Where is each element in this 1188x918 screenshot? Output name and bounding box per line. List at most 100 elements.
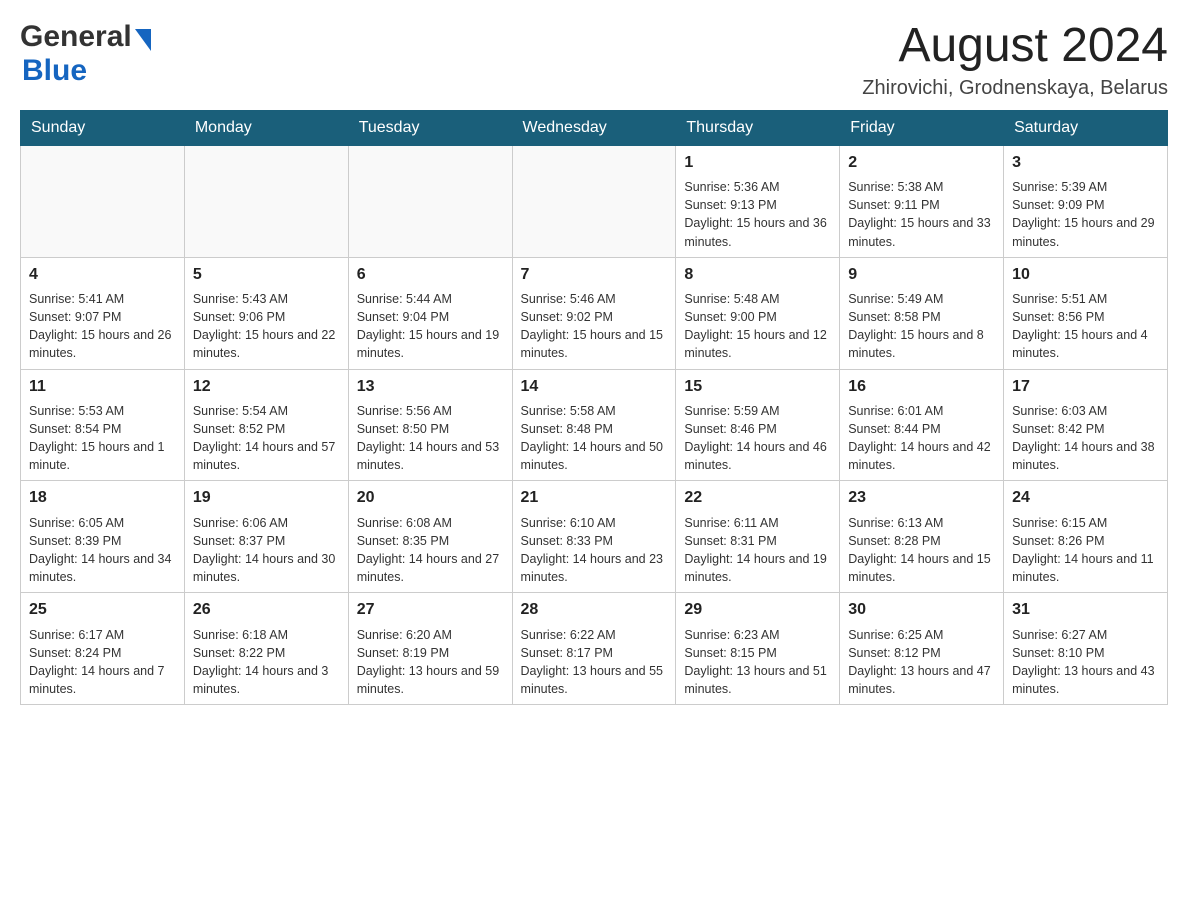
calendar-cell [21, 145, 185, 257]
day-info: Sunrise: 6:15 AMSunset: 8:26 PMDaylight:… [1012, 514, 1159, 587]
day-info: Sunrise: 5:54 AMSunset: 8:52 PMDaylight:… [193, 402, 340, 475]
calendar-cell: 9 Sunrise: 5:49 AMSunset: 8:58 PMDaylight… [840, 257, 1004, 369]
calendar-cell: 21Sunrise: 6:10 AMSunset: 8:33 PMDayligh… [512, 481, 676, 593]
day-info: Sunrise: 5:53 AMSunset: 8:54 PMDaylight:… [29, 402, 176, 475]
calendar-cell: 6 Sunrise: 5:44 AMSunset: 9:04 PMDaylight… [348, 257, 512, 369]
day-info: Sunrise: 5:44 AMSunset: 9:04 PMDaylight:… [357, 290, 504, 363]
day-info: Sunrise: 5:38 AMSunset: 9:11 PMDaylight:… [848, 178, 995, 251]
day-info: Sunrise: 5:58 AMSunset: 8:48 PMDaylight:… [521, 402, 668, 475]
day-number: 24 [1012, 487, 1159, 509]
day-number: 13 [357, 376, 504, 398]
day-info: Sunrise: 6:13 AMSunset: 8:28 PMDaylight:… [848, 514, 995, 587]
day-of-week-header: Friday [840, 110, 1004, 145]
day-number: 28 [521, 599, 668, 621]
calendar-cell: 24 Sunrise: 6:15 AMSunset: 8:26 PMDayligh… [1004, 481, 1168, 593]
days-of-week-row: SundayMondayTuesdayWednesdayThursdayFrid… [21, 110, 1168, 145]
calendar-cell: 29 Sunrise: 6:23 AMSunset: 8:15 PMDayligh… [676, 593, 840, 705]
calendar-cell: 23 Sunrise: 6:13 AMSunset: 8:28 PMDayligh… [840, 481, 1004, 593]
calendar-cell: 12 Sunrise: 5:54 AMSunset: 8:52 PMDayligh… [184, 369, 348, 481]
day-number: 30 [848, 599, 995, 621]
day-info: Sunrise: 6:10 AMSunset: 8:33 PMDaylight:… [521, 514, 668, 587]
day-info: Sunrise: 6:01 AMSunset: 8:44 PMDaylight:… [848, 402, 995, 475]
logo-general-text: General [20, 20, 132, 54]
day-of-week-header: Sunday [21, 110, 185, 145]
day-info: Sunrise: 6:17 AMSunset: 8:24 PMDaylight:… [29, 626, 176, 699]
day-info: Sunrise: 6:08 AMSunset: 8:35 PMDaylight:… [357, 514, 504, 587]
calendar-cell: 31 Sunrise: 6:27 AMSunset: 8:10 PMDayligh… [1004, 593, 1168, 705]
day-info: Sunrise: 5:36 AMSunset: 9:13 PMDaylight:… [684, 178, 831, 251]
calendar-cell [512, 145, 676, 257]
day-number: 26 [193, 599, 340, 621]
day-info: Sunrise: 5:49 AMSunset: 8:58 PMDaylight:… [848, 290, 995, 363]
calendar-cell: 7 Sunrise: 5:46 AMSunset: 9:02 PMDaylight… [512, 257, 676, 369]
day-number: 12 [193, 376, 340, 398]
day-number: 5 [193, 264, 340, 286]
calendar-cell: 20Sunrise: 6:08 AMSunset: 8:35 PMDayligh… [348, 481, 512, 593]
day-number: 18 [29, 487, 176, 509]
day-number: 6 [357, 264, 504, 286]
day-info: Sunrise: 6:22 AMSunset: 8:17 PMDaylight:… [521, 626, 668, 699]
day-info: Sunrise: 5:59 AMSunset: 8:46 PMDaylight:… [684, 402, 831, 475]
calendar-cell: 17Sunrise: 6:03 AMSunset: 8:42 PMDayligh… [1004, 369, 1168, 481]
day-number: 2 [848, 152, 995, 174]
day-number: 29 [684, 599, 831, 621]
calendar-cell: 27Sunrise: 6:20 AMSunset: 8:19 PMDayligh… [348, 593, 512, 705]
day-of-week-header: Tuesday [348, 110, 512, 145]
day-number: 31 [1012, 599, 1159, 621]
calendar-week-row: 25 Sunrise: 6:17 AMSunset: 8:24 PMDayligh… [21, 593, 1168, 705]
calendar-cell: 2 Sunrise: 5:38 AMSunset: 9:11 PMDaylight… [840, 145, 1004, 257]
day-number: 10 [1012, 264, 1159, 286]
calendar-cell: 22 Sunrise: 6:11 AMSunset: 8:31 PMDayligh… [676, 481, 840, 593]
day-of-week-header: Monday [184, 110, 348, 145]
day-number: 8 [684, 264, 831, 286]
location-subtitle: Zhirovichi, Grodnenskaya, Belarus [862, 77, 1168, 100]
day-number: 4 [29, 264, 176, 286]
day-of-week-header: Thursday [676, 110, 840, 145]
day-info: Sunrise: 6:05 AMSunset: 8:39 PMDaylight:… [29, 514, 176, 587]
day-number: 3 [1012, 152, 1159, 174]
page-header: General Blue August 2024 Zhirovichi, Gro… [20, 20, 1168, 100]
calendar-cell: 30Sunrise: 6:25 AMSunset: 8:12 PMDayligh… [840, 593, 1004, 705]
calendar-cell: 19 Sunrise: 6:06 AMSunset: 8:37 PMDayligh… [184, 481, 348, 593]
day-info: Sunrise: 6:11 AMSunset: 8:31 PMDaylight:… [684, 514, 831, 587]
calendar-cell: 25 Sunrise: 6:17 AMSunset: 8:24 PMDayligh… [21, 593, 185, 705]
day-info: Sunrise: 6:23 AMSunset: 8:15 PMDaylight:… [684, 626, 831, 699]
calendar-cell: 18 Sunrise: 6:05 AMSunset: 8:39 PMDayligh… [21, 481, 185, 593]
day-number: 17 [1012, 376, 1159, 398]
day-number: 7 [521, 264, 668, 286]
day-info: Sunrise: 5:46 AMSunset: 9:02 PMDaylight:… [521, 290, 668, 363]
day-number: 27 [357, 599, 504, 621]
day-info: Sunrise: 6:06 AMSunset: 8:37 PMDaylight:… [193, 514, 340, 587]
calendar-cell: 16 Sunrise: 6:01 AMSunset: 8:44 PMDayligh… [840, 369, 1004, 481]
day-number: 15 [684, 376, 831, 398]
calendar-table: SundayMondayTuesdayWednesdayThursdayFrid… [20, 110, 1168, 705]
day-number: 22 [684, 487, 831, 509]
day-number: 25 [29, 599, 176, 621]
month-year-title: August 2024 [862, 20, 1168, 73]
calendar-week-row: 11Sunrise: 5:53 AMSunset: 8:54 PMDayligh… [21, 369, 1168, 481]
calendar-cell [184, 145, 348, 257]
title-block: August 2024 Zhirovichi, Grodnenskaya, Be… [862, 20, 1168, 100]
calendar-cell: 10Sunrise: 5:51 AMSunset: 8:56 PMDayligh… [1004, 257, 1168, 369]
calendar-cell: 28 Sunrise: 6:22 AMSunset: 8:17 PMDayligh… [512, 593, 676, 705]
calendar-week-row: 1Sunrise: 5:36 AMSunset: 9:13 PMDaylight… [21, 145, 1168, 257]
day-info: Sunrise: 6:27 AMSunset: 8:10 PMDaylight:… [1012, 626, 1159, 699]
day-info: Sunrise: 5:48 AMSunset: 9:00 PMDaylight:… [684, 290, 831, 363]
day-of-week-header: Wednesday [512, 110, 676, 145]
calendar-cell: 13Sunrise: 5:56 AMSunset: 8:50 PMDayligh… [348, 369, 512, 481]
calendar-cell: 26Sunrise: 6:18 AMSunset: 8:22 PMDayligh… [184, 593, 348, 705]
logo-blue-text: Blue [22, 54, 87, 87]
calendar-week-row: 4Sunrise: 5:41 AMSunset: 9:07 PMDaylight… [21, 257, 1168, 369]
day-number: 14 [521, 376, 668, 398]
day-of-week-header: Saturday [1004, 110, 1168, 145]
calendar-cell: 15 Sunrise: 5:59 AMSunset: 8:46 PMDayligh… [676, 369, 840, 481]
calendar-cell: 11Sunrise: 5:53 AMSunset: 8:54 PMDayligh… [21, 369, 185, 481]
calendar-cell: 8 Sunrise: 5:48 AMSunset: 9:00 PMDaylight… [676, 257, 840, 369]
day-number: 19 [193, 487, 340, 509]
day-number: 16 [848, 376, 995, 398]
day-number: 23 [848, 487, 995, 509]
calendar-cell: 1Sunrise: 5:36 AMSunset: 9:13 PMDaylight… [676, 145, 840, 257]
day-info: Sunrise: 5:43 AMSunset: 9:06 PMDaylight:… [193, 290, 340, 363]
day-number: 9 [848, 264, 995, 286]
logo: General Blue [20, 20, 151, 88]
